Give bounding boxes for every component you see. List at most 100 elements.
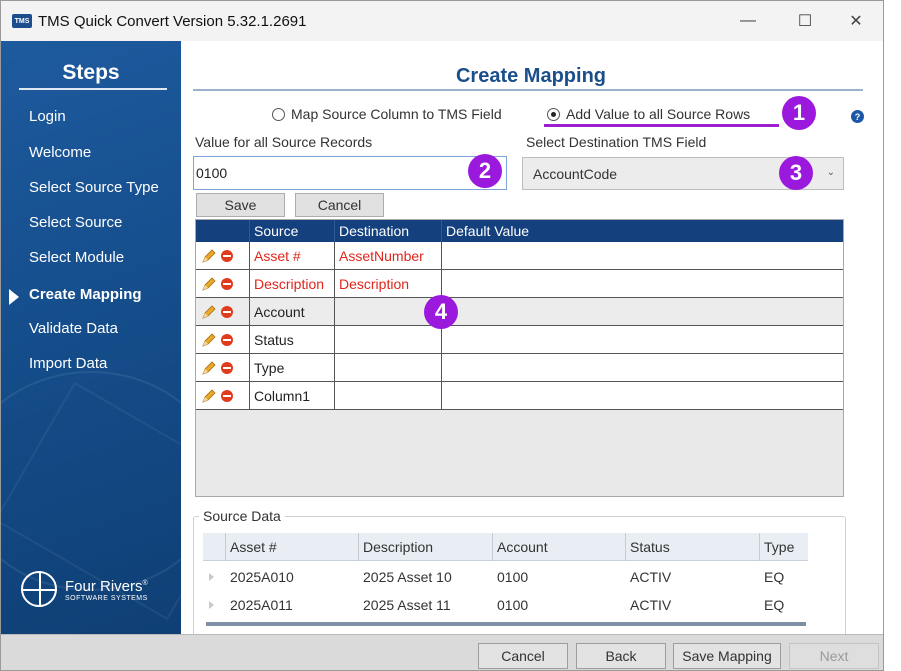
value-input[interactable] [193,156,507,190]
radio-label: Map Source Column to TMS Field [291,106,502,122]
source-cell: 2025A010 [230,569,294,585]
radio-unchecked-icon [272,107,285,121]
pencil-icon[interactable] [201,248,217,264]
callout-badge-2: 2 [468,154,502,188]
destination-selected-value: AccountCode [533,166,618,182]
pencil-icon[interactable] [201,360,217,376]
next-button[interactable]: Next [789,643,879,669]
logo-trademark: ® [142,580,148,587]
pencil-icon[interactable] [201,388,217,404]
step-create-mapping[interactable]: Create Mapping [29,286,142,303]
remove-icon[interactable] [221,390,233,402]
mapping-row[interactable]: Column1 [196,382,843,410]
source-data-row[interactable]: 2025A011 2025 Asset 11 0100 ACTIV EQ [203,591,808,619]
mapping-default-cell [442,298,843,325]
footer-cancel-button[interactable]: Cancel [478,643,568,669]
remove-icon[interactable] [221,278,233,290]
close-button[interactable]: ✕ [833,1,879,41]
column-header-destination[interactable]: Destination [335,220,442,242]
wizard-footer: Cancel Back Save Mapping Next [1,634,883,670]
source-cell: 2025 Asset 11 [363,597,451,613]
radio-add-value-all-rows[interactable]: Add Value to all Source Rows [547,106,750,122]
steps-heading: Steps [62,61,120,84]
remove-icon[interactable] [221,334,233,346]
mapping-default-cell [442,382,843,409]
callout-badge-1: 1 [782,96,816,130]
value-label: Value for all Source Records [195,134,373,150]
row-selector-icon [209,573,214,581]
four-rivers-logo-icon [21,571,57,607]
remove-icon[interactable] [221,362,233,374]
save-mapping-button[interactable]: Save Mapping [673,643,781,669]
save-button[interactable]: Save [196,193,285,217]
mapping-source-cell: Status [250,326,335,353]
chevron-down-icon: ⌄ [826,167,835,178]
column-header-source[interactable]: Source [250,220,335,242]
current-step-arrow-icon [9,289,19,305]
step-validate-data[interactable]: Validate Data [29,320,118,337]
horizontal-scrollbar[interactable] [206,622,806,626]
row-selector-icon [209,601,214,609]
cancel-button[interactable]: Cancel [295,193,384,217]
source-cell: EQ [764,569,785,585]
mapping-grid-header: Source Destination Default Value [196,220,843,242]
title-divider [193,89,863,91]
source-col-header[interactable]: Status [625,533,759,561]
pencil-icon[interactable] [201,276,217,292]
callout-badge-3: 3 [779,156,813,190]
step-import-data[interactable]: Import Data [29,355,107,372]
app-icon: TMS [12,14,32,28]
steps-underline [19,88,167,90]
step-select-source-type[interactable]: Select Source Type [29,179,159,196]
source-cell: 2025 Asset 10 [363,569,452,585]
pencil-icon[interactable] [201,304,217,320]
radio-map-source-column[interactable]: Map Source Column to TMS Field [272,106,502,122]
mapping-destination-cell: AssetNumber [335,242,442,269]
mapping-row[interactable]: Status [196,326,843,354]
mapping-destination-cell [335,382,442,409]
minimize-button[interactable]: — [725,1,771,41]
mapping-grid: Source Destination Default Value Asset #… [195,219,844,497]
steps-sidebar: Steps Login Welcome Select Source Type S… [1,41,181,634]
mapping-default-cell [442,242,843,269]
source-data-header: Asset # Description Account Status Type [203,533,808,561]
maximize-button[interactable]: ☐ [782,1,828,41]
source-cell: ACTIV [630,569,672,585]
source-data-legend: Source Data [199,508,285,524]
step-select-module[interactable]: Select Module [29,249,124,266]
source-col-header[interactable]: Description [358,533,492,561]
destination-label: Select Destination TMS Field [526,134,707,150]
source-col-header[interactable]: Type [759,533,808,561]
mapping-row[interactable]: Description Description [196,270,843,298]
mapping-row[interactable]: Type [196,354,843,382]
mapping-source-cell: Account [250,298,335,325]
pencil-icon[interactable] [201,332,217,348]
app-window: TMS TMS Quick Convert Version 5.32.1.269… [0,0,884,671]
remove-icon[interactable] [221,250,233,262]
back-button[interactable]: Back [576,643,666,669]
callout-badge-4: 4 [424,295,458,329]
column-header-default-value[interactable]: Default Value [442,220,843,242]
mapping-destination-cell: Description [335,270,442,297]
source-cell: 2025A011 [230,597,293,613]
window-title: TMS Quick Convert Version 5.32.1.2691 [38,12,307,30]
source-col-header[interactable]: Asset # [225,533,358,561]
logo-subtitle: SOFTWARE SYSTEMS [65,595,148,602]
source-cell: ACTIV [630,597,672,613]
mapping-row-selected[interactable]: Account [196,298,843,326]
page-title: Create Mapping [455,65,607,87]
help-icon[interactable]: ? [851,110,864,123]
four-rivers-logo: Four Rivers® SOFTWARE SYSTEMS [21,571,148,607]
step-welcome[interactable]: Welcome [29,144,91,161]
mapping-row[interactable]: Asset # AssetNumber [196,242,843,270]
remove-icon[interactable] [221,306,233,318]
source-col-header[interactable]: Account [492,533,625,561]
radio-label: Add Value to all Source Rows [566,106,751,122]
step-login[interactable]: Login [29,108,66,125]
mapping-source-cell: Column1 [250,382,335,409]
step-select-source[interactable]: Select Source [29,214,122,231]
mapping-destination-cell [335,326,442,353]
mapping-source-cell: Type [250,354,335,381]
mapping-default-cell [442,326,843,353]
source-data-row[interactable]: 2025A010 2025 Asset 10 0100 ACTIV EQ [203,563,808,591]
